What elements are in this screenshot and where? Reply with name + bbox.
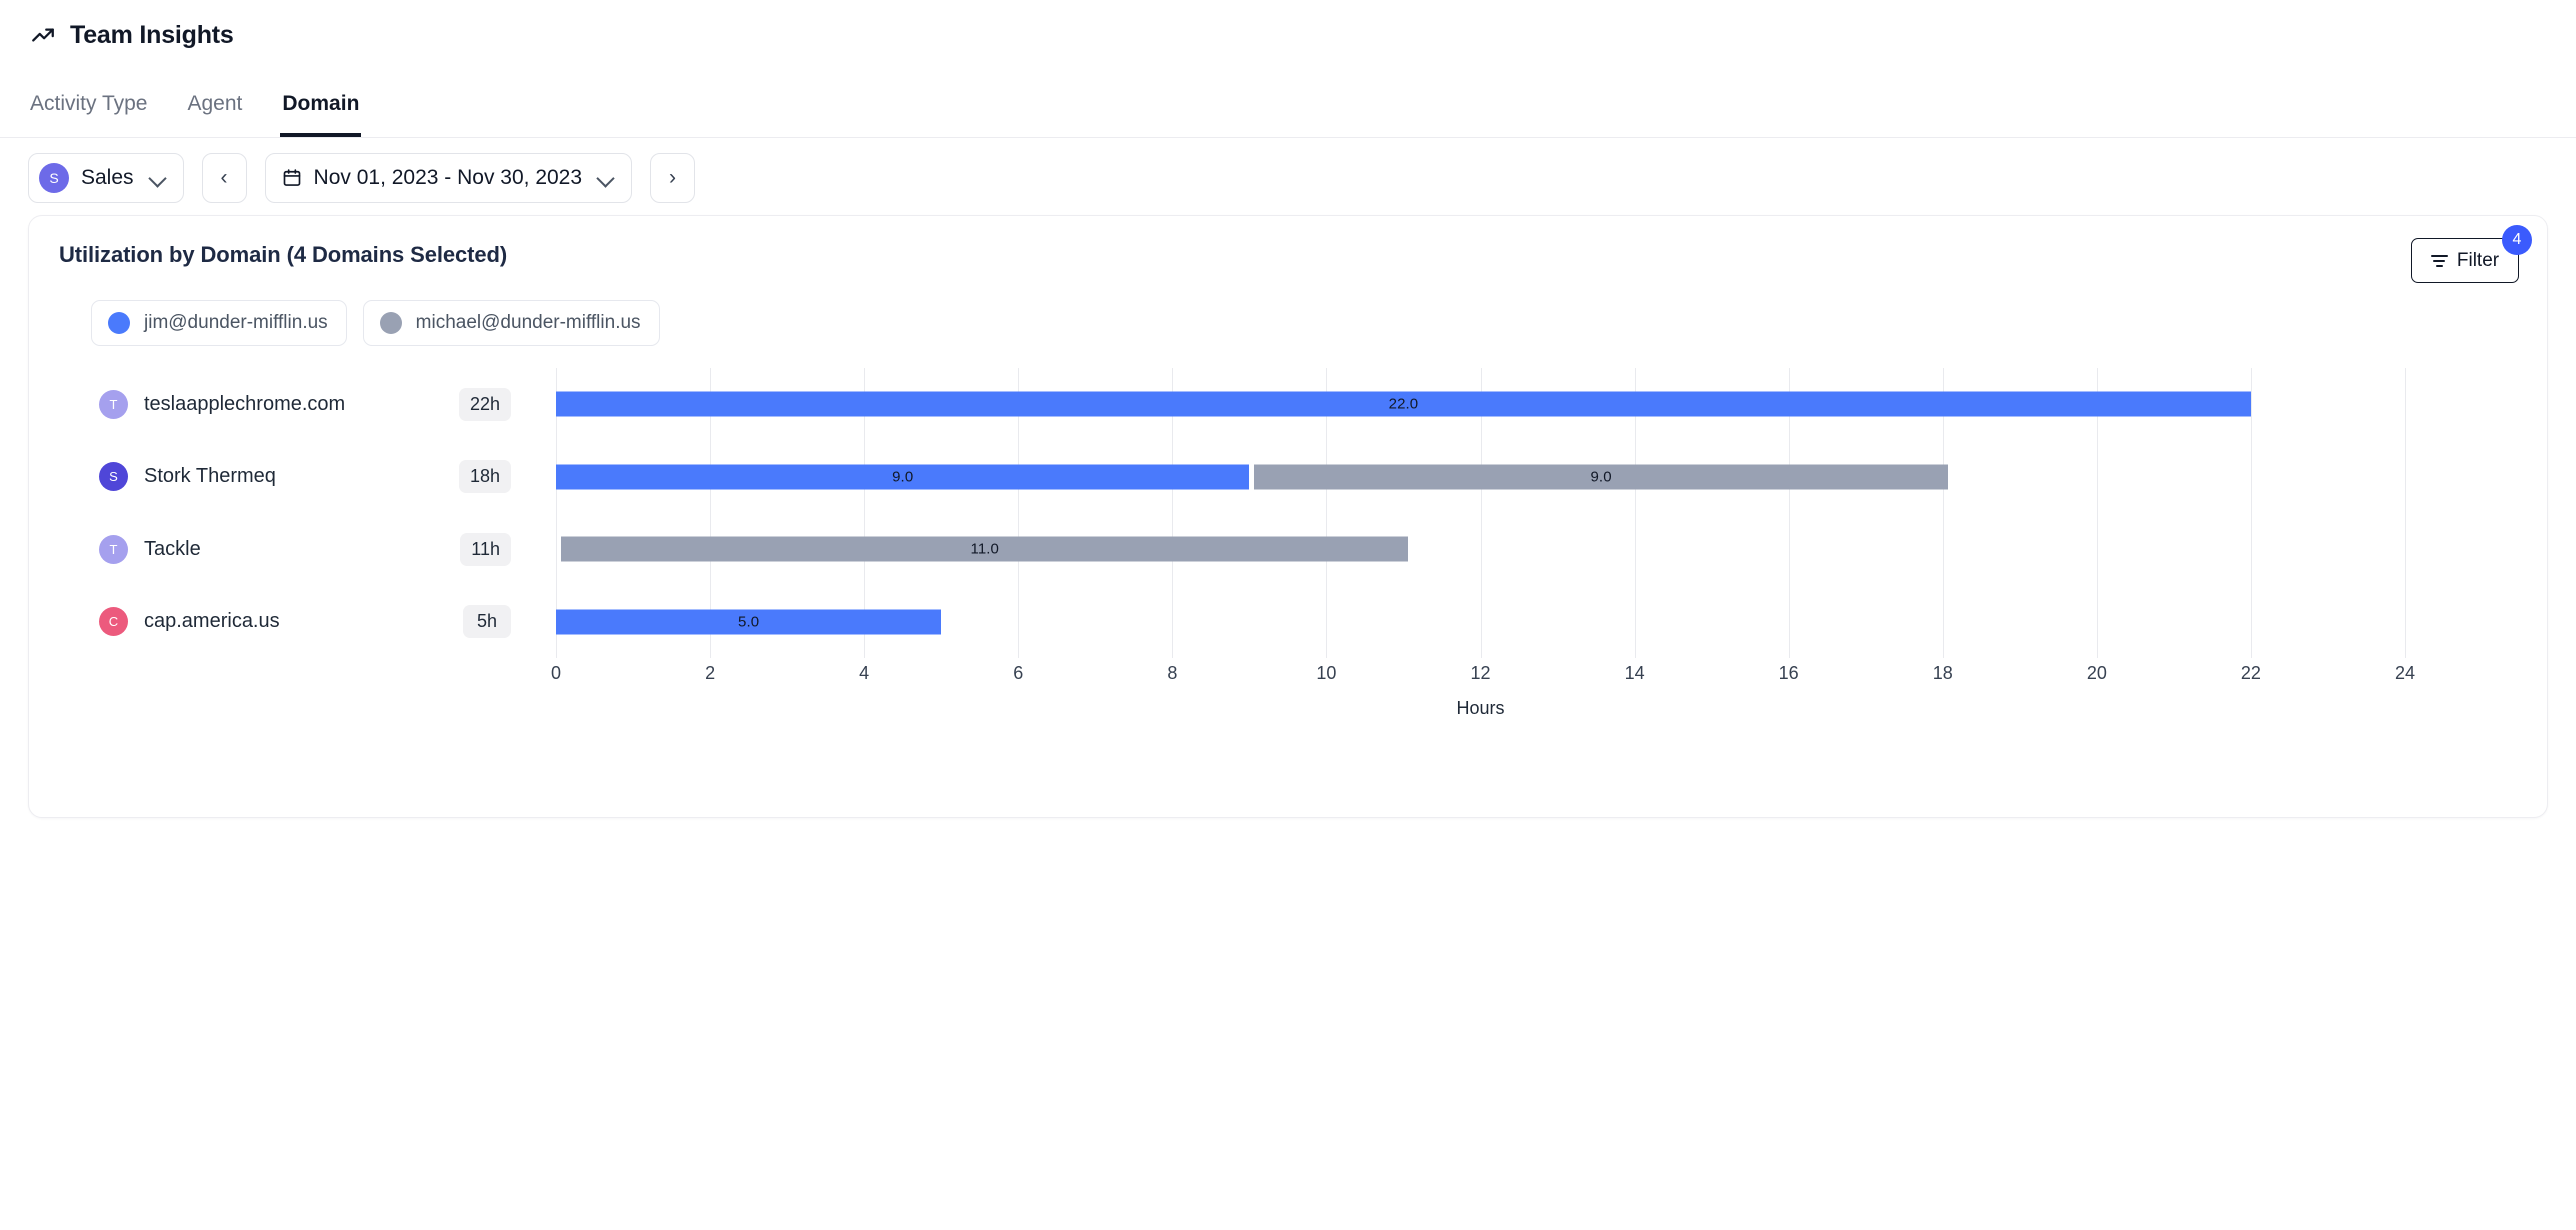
chevron-down-icon xyxy=(598,170,615,187)
table-row[interactable]: 11.0 xyxy=(556,513,2405,586)
bar-segment[interactable]: 9.0 xyxy=(556,464,1250,490)
x-axis-tick-label: 20 xyxy=(2086,663,2107,683)
previous-period-button[interactable]: ‹ xyxy=(201,153,247,203)
chart-legend: jim@dunder-mifflin.us michael@dunder-mif… xyxy=(29,294,2547,346)
legend-item-michael[interactable]: michael@dunder-mifflin.us xyxy=(362,300,660,346)
domain-name: Tackle xyxy=(144,537,201,560)
avatar: C xyxy=(99,607,128,637)
x-axis-tick-label: 4 xyxy=(859,663,870,683)
card-title: Utilization by Domain (4 Domains Selecte… xyxy=(59,242,508,267)
filter-control: Filter 4 xyxy=(2411,225,2532,283)
legend-color-swatch xyxy=(108,312,130,334)
table-row[interactable]: 9.0 9.0 xyxy=(556,441,2405,514)
avatar: S xyxy=(99,462,128,492)
stacked-bar[interactable]: 11.0 xyxy=(556,536,1409,562)
trending-up-icon xyxy=(28,20,58,50)
x-axis-ticks: 0 2 4 6 8 10 12 14 16 18 20 22 24 xyxy=(551,663,2415,697)
hours-badge: 18h xyxy=(458,460,511,494)
bar-segment[interactable]: 5.0 xyxy=(556,609,942,635)
tab-bar: Activity Type Agent Domain xyxy=(0,70,2576,138)
utilization-chart: T teslaapplechrome.com 22h S Stork Therm… xyxy=(29,368,2547,768)
x-axis-tick-label: 18 xyxy=(1932,663,1953,683)
x-axis-tick-label: 12 xyxy=(1470,663,1491,683)
bar-segment[interactable]: 11.0 xyxy=(561,536,1409,562)
team-avatar: S xyxy=(39,163,69,193)
domain-name: Stork Thermeq xyxy=(144,465,276,488)
list-item[interactable]: T teslaapplechrome.com 22h xyxy=(29,368,549,441)
legend-item-label: jim@dunder-mifflin.us xyxy=(144,312,328,333)
filter-icon xyxy=(2430,254,2448,267)
x-axis-tick-label: 14 xyxy=(1624,663,1645,683)
x-axis-tick-label: 24 xyxy=(2394,663,2416,683)
stacked-bar[interactable]: 5.0 xyxy=(556,609,942,635)
x-axis-tick-label: 0 xyxy=(550,663,562,683)
team-selector[interactable]: S Sales xyxy=(28,153,184,203)
list-item[interactable]: S Stork Thermeq 18h xyxy=(29,441,549,514)
gridline xyxy=(2405,368,2406,658)
bar-value-label: 11.0 xyxy=(970,540,999,558)
date-range-text: Nov 01, 2023 - Nov 30, 2023 xyxy=(313,166,583,189)
hours-badge: 5h xyxy=(463,605,511,639)
tab-domain[interactable]: Domain xyxy=(280,70,362,137)
x-axis-tick-label: 8 xyxy=(1167,663,1178,683)
domain-name: teslaapplechrome.com xyxy=(144,392,346,415)
table-row[interactable]: 22.0 xyxy=(556,368,2405,441)
x-axis-tick-label: 10 xyxy=(1316,663,1337,683)
calendar-icon xyxy=(282,168,302,188)
toolbar: S Sales ‹ Nov 01, 2023 - Nov 30, 2023 › xyxy=(0,138,2576,218)
bar-segment[interactable]: 22.0 xyxy=(556,391,2251,417)
bar-value-label: 9.0 xyxy=(1590,468,1612,486)
date-range-selector[interactable]: Nov 01, 2023 - Nov 30, 2023 xyxy=(264,153,633,203)
avatar: T xyxy=(99,534,128,564)
bar-value-label: 9.0 xyxy=(892,468,914,486)
filter-button-label: Filter xyxy=(2456,249,2500,271)
bar-value-label: 22.0 xyxy=(1388,395,1419,413)
chart-plot-area: 22.0 9.0 9.0 11.0 5.0 xyxy=(556,368,2406,659)
team-name: Sales xyxy=(81,166,134,189)
list-item[interactable]: C cap.america.us 5h xyxy=(29,586,549,659)
utilization-card: Utilization by Domain (4 Domains Selecte… xyxy=(28,215,2548,818)
card-header: Utilization by Domain (4 Domains Selecte… xyxy=(29,216,2547,294)
page-header: Team Insights xyxy=(0,0,2576,70)
tab-agent[interactable]: Agent xyxy=(186,70,245,137)
x-axis-label: Hours xyxy=(1456,698,1505,718)
filter-count-badge: 4 xyxy=(2502,225,2532,255)
legend-item-label: michael@dunder-mifflin.us xyxy=(415,312,641,333)
tab-activity-type[interactable]: Activity Type xyxy=(28,70,150,137)
x-axis-tick-label: 6 xyxy=(1013,663,1024,683)
page-title: Team Insights xyxy=(70,20,234,49)
stacked-bar[interactable]: 22.0 xyxy=(556,391,2251,417)
bar-segment[interactable]: 9.0 xyxy=(1254,464,1948,490)
domain-name: cap.america.us xyxy=(144,610,280,633)
list-item[interactable]: T Tackle 11h xyxy=(29,513,549,586)
bar-value-label: 5.0 xyxy=(738,613,760,631)
hours-badge: 11h xyxy=(460,532,511,566)
table-row[interactable]: 5.0 xyxy=(556,586,2405,659)
hours-badge: 22h xyxy=(458,387,511,421)
avatar: T xyxy=(99,389,128,419)
x-axis-tick-label: 2 xyxy=(705,663,716,683)
stacked-bar[interactable]: 9.0 9.0 xyxy=(556,464,1948,490)
x-axis-tick-label: 22 xyxy=(2240,663,2261,683)
legend-item-jim[interactable]: jim@dunder-mifflin.us xyxy=(91,300,347,346)
chevron-down-icon xyxy=(150,170,167,187)
legend-color-swatch xyxy=(379,312,402,334)
next-period-button[interactable]: › xyxy=(650,153,696,203)
x-axis-tick-label: 16 xyxy=(1778,663,1799,683)
